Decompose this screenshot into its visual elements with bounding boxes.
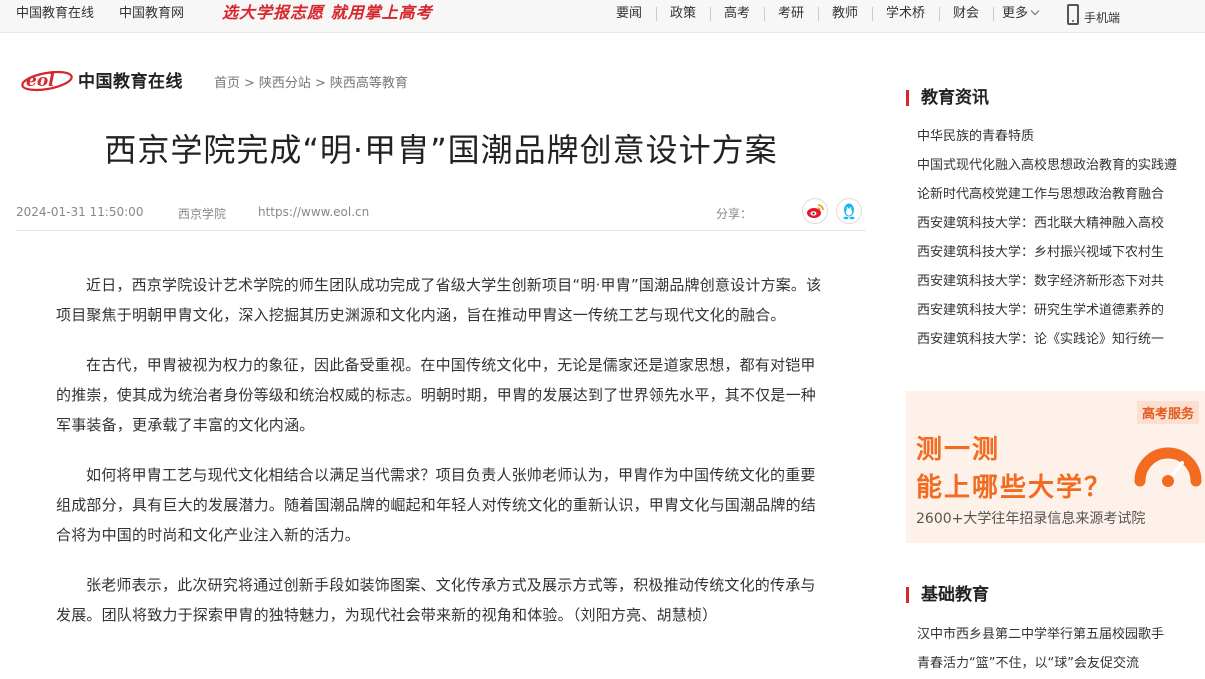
sidebar-news-list: 中华民族的青春特质 中国式现代化融入高校思想政治教育的实践遵 论新时代高校党建工…: [917, 129, 1199, 361]
article-paragraph: 张老师表示，此次研究将通过创新手段如装饰图案、文化传承方式及展示方式等，积极推动…: [56, 576, 816, 624]
nav-divider: [818, 7, 819, 21]
nav-divider: [939, 7, 940, 21]
ad-subtext: 2600+大学往年招录信息来源考试院: [916, 511, 1146, 527]
chevron-down-icon: [1030, 6, 1040, 16]
nav-news[interactable]: 要闻: [616, 6, 642, 22]
sidebar-news-item[interactable]: 西安建筑科技大学：数字经济新形态下对共: [917, 274, 1199, 303]
site-link-eol[interactable]: 中国教育在线: [16, 6, 94, 22]
ad-headline-2: 能上哪些大学？: [916, 473, 1113, 503]
nav-kaoyan[interactable]: 考研: [778, 6, 804, 22]
eol-logo-mark-icon: eol: [21, 70, 73, 92]
speedometer-icon: [1134, 447, 1202, 487]
weibo-icon: [807, 204, 824, 218]
sidebar-basic-item[interactable]: 汉中市西乡县第二中学举行第五届校园歌手: [917, 627, 1199, 656]
mobile-link[interactable]: 手机端: [1084, 9, 1120, 26]
site-link-edu[interactable]: 中国教育网: [119, 6, 184, 22]
share-label: 分享：: [716, 207, 753, 221]
article-url[interactable]: https://www.eol.cn: [258, 205, 369, 219]
sidebar-news-item[interactable]: 西安建筑科技大学：研究生学术道德素养的: [917, 303, 1199, 332]
sidebar-news-item[interactable]: 西安建筑科技大学：乡村振兴视域下农村生: [917, 245, 1199, 274]
sidebar-basic-list: 汉中市西乡县第二中学举行第五届校园歌手 青春活力“篮”不住，以“球”会友促交流: [917, 627, 1199, 679]
share-qq-button[interactable]: [836, 198, 862, 224]
share-weibo-button[interactable]: [802, 198, 828, 224]
nav-divider: [656, 7, 657, 21]
nav-teacher[interactable]: 教师: [832, 6, 858, 22]
nav-divider: [764, 7, 765, 21]
nav-divider: [710, 7, 711, 21]
mobile-phone-icon[interactable]: [1067, 4, 1079, 25]
sidebar-news-item[interactable]: 西安建筑科技大学：论《实践论》知行统一: [917, 332, 1199, 361]
qq-penguin-icon: [843, 203, 855, 220]
breadcrumb-separator: >: [314, 76, 326, 91]
article-body: 近日，西京学院设计艺术学院的师生团队成功完成了省级大学生创新项目“明·甲胄”国潮…: [56, 270, 828, 650]
article-paragraph: 如何将甲胄工艺与现代文化相结合以满足当代需求？项目负责人张帅老师认为，甲胄作为中…: [56, 466, 817, 544]
top-bar: 中国教育在线 中国教育网 选大学报志愿 就用掌上高考 要闻 政策 高考 考研 教…: [0, 0, 1205, 33]
sidebar-news-item[interactable]: 中国式现代化融入高校思想政治教育的实践遵: [917, 158, 1199, 187]
breadcrumb-shaanxi[interactable]: 陕西分站: [259, 76, 311, 91]
gaokao-slogan-link[interactable]: 选大学报志愿 就用掌上高考: [222, 2, 433, 24]
meta-divider: [16, 230, 866, 231]
article-paragraph: 在古代，甲胄被视为权力的象征，因此备受重视。在中国传统文化中，无论是儒家还是道家…: [56, 356, 817, 434]
breadcrumb: 首页 > 陕西分站 > 陕西高等教育: [214, 72, 408, 91]
sidebar-news-item[interactable]: 西安建筑科技大学：西北联大精神融入高校: [917, 216, 1199, 245]
nav-more-label: 更多: [1002, 6, 1029, 21]
nav-more-dropdown[interactable]: 更多: [1002, 6, 1040, 22]
breadcrumb-home[interactable]: 首页: [214, 76, 240, 91]
nav-divider: [993, 7, 994, 21]
breadcrumb-higher-ed[interactable]: 陕西高等教育: [330, 76, 408, 91]
ad-headline-1: 测一测: [916, 435, 1001, 465]
ad-badge: 高考服务: [1136, 401, 1199, 424]
article-datetime: 2024-01-31 11:50:00: [16, 205, 144, 219]
nav-divider: [872, 7, 873, 21]
nav-accounting[interactable]: 财会: [953, 6, 979, 22]
sidebar-basic-heading: 基础教育: [906, 585, 989, 605]
nav-gaokao[interactable]: 高考: [724, 6, 750, 22]
article-paragraph: 近日，西京学院设计艺术学院的师生团队成功完成了省级大学生创新项目“明·甲胄”国潮…: [56, 276, 822, 324]
sidebar-basic-item[interactable]: 青春活力“篮”不住，以“球”会友促交流: [917, 656, 1199, 679]
sidebar-news-item[interactable]: 中华民族的青春特质: [917, 129, 1199, 158]
logo-text: 中国教育在线: [78, 72, 183, 92]
sidebar-news-item[interactable]: 论新时代高校党建工作与思想政治教育融合: [917, 187, 1199, 216]
eol-logo[interactable]: eol 中国教育在线: [20, 64, 195, 94]
article-title: 西京学院完成“明·甲胄”国潮品牌创意设计方案: [104, 131, 778, 169]
article-source: 西京学院: [178, 207, 227, 221]
logo-mark-text: eol: [26, 71, 55, 91]
nav-policy[interactable]: 政策: [670, 6, 696, 22]
gaokao-service-banner[interactable]: 高考服务 测一测 能上哪些大学？ 2600+大学往年招录信息来源考试院: [906, 391, 1205, 543]
nav-academic[interactable]: 学术桥: [886, 6, 925, 22]
sidebar-news-heading: 教育资讯: [906, 88, 989, 108]
breadcrumb-separator: >: [244, 76, 255, 91]
